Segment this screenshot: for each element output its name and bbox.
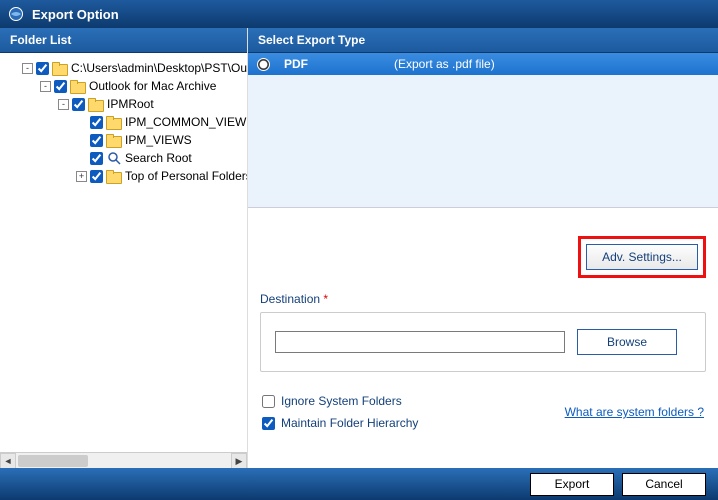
tree-item[interactable]: -C:\Users\admin\Desktop\PST\Outl [4,59,243,77]
folder-icon [106,170,122,183]
export-type-radio[interactable] [257,58,270,71]
export-type-header: Select Export Type [248,28,718,53]
tree-item[interactable]: IPM_VIEWS [4,131,243,149]
export-type-list: PDF(Export as .pdf file) [248,53,718,208]
scroll-left-btn[interactable]: ◄ [0,453,16,468]
window-title: Export Option [32,7,119,22]
app-icon [8,6,24,22]
tree-checkbox[interactable] [90,134,103,147]
horizontal-scrollbar[interactable]: ◄ ▶ [0,452,247,468]
tree-checkbox[interactable] [72,98,85,111]
folder-icon [88,98,104,111]
ignore-system-label: Ignore System Folders [281,394,402,408]
folder-icon [52,62,68,75]
destination-label: Destination * [260,292,706,306]
folder-icon [106,116,122,129]
scroll-right-btn[interactable]: ▶ [231,453,247,468]
folder-list-header: Folder List [0,28,247,53]
ignore-system-folders-checkbox[interactable]: Ignore System Folders [262,394,418,408]
folder-tree[interactable]: -C:\Users\admin\Desktop\PST\Outl-Outlook… [0,53,247,191]
maintain-hierarchy-label: Maintain Folder Hierarchy [281,416,418,430]
export-type-row[interactable]: PDF(Export as .pdf file) [248,53,718,75]
tree-checkbox[interactable] [90,152,103,165]
tree-item-label: IPM_VIEWS [125,133,192,147]
tree-item-label: C:\Users\admin\Desktop\PST\Outl [71,61,247,75]
destination-input[interactable] [275,331,565,353]
folder-icon [106,134,122,147]
titlebar: Export Option [0,0,718,28]
tree-checkbox[interactable] [54,80,67,93]
export-type-desc: (Export as .pdf file) [388,57,718,71]
export-type-name: PDF [278,57,388,71]
tree-item-label: Top of Personal Folders [125,169,247,183]
tree-item-label: Search Root [125,151,192,165]
tree-checkbox[interactable] [90,170,103,183]
tree-checkbox[interactable] [90,116,103,129]
footer-bar: Export Cancel [0,468,718,500]
adv-settings-highlight: Adv. Settings... [578,236,706,278]
twisty-spacer [76,117,87,128]
collapse-icon[interactable]: - [58,99,69,110]
collapse-icon[interactable]: - [40,81,51,92]
tree-item[interactable]: - IPMRoot [4,95,243,113]
collapse-icon[interactable]: - [22,63,33,74]
tree-item[interactable]: Search Root [4,149,243,167]
twisty-spacer [76,135,87,146]
twisty-spacer [76,153,87,164]
tree-item-label: IPM_COMMON_VIEWS [125,115,247,129]
tree-item[interactable]: IPM_COMMON_VIEWS [4,113,243,131]
tree-checkbox[interactable] [36,62,49,75]
folder-icon [70,80,86,93]
scroll-thumb[interactable] [18,455,88,467]
tree-item[interactable]: +Top of Personal Folders [4,167,243,185]
system-folders-help-link[interactable]: What are system folders ? [565,405,704,419]
tree-item-label: IPMRoot [107,97,154,111]
tree-item-label: Outlook for Mac Archive [89,79,216,93]
search-icon [106,150,122,166]
export-button[interactable]: Export [530,473,614,496]
maintain-hierarchy-checkbox[interactable]: Maintain Folder Hierarchy [262,416,418,430]
tree-item[interactable]: - Outlook for Mac Archive [4,77,243,95]
browse-button[interactable]: Browse [577,329,677,355]
expand-icon[interactable]: + [76,171,87,182]
adv-settings-button[interactable]: Adv. Settings... [586,244,698,270]
cancel-button[interactable]: Cancel [622,473,706,496]
